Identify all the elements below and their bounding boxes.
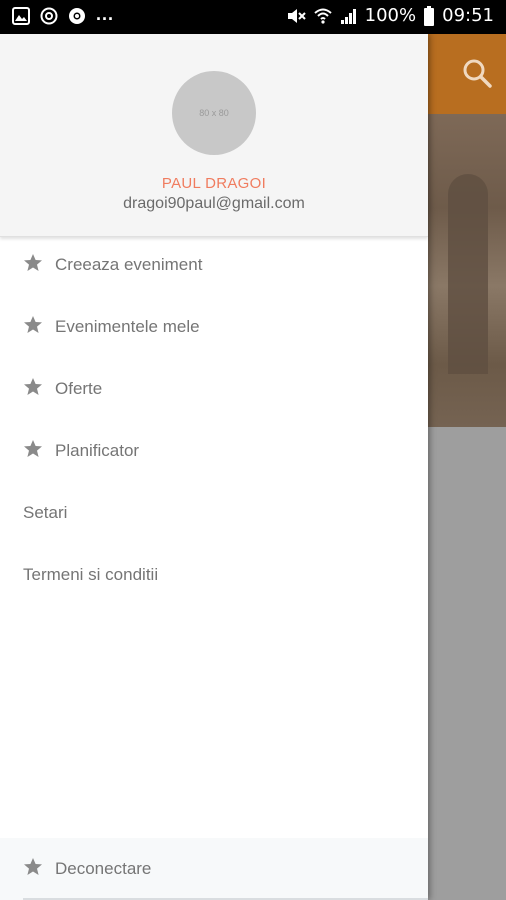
menu-item-label: Oferte <box>55 379 103 398</box>
status-bar: ... 100% 09:51 <box>0 0 506 34</box>
more-notifications: ... <box>96 3 115 24</box>
avatar-placeholder-text: 80 x 80 <box>199 108 229 118</box>
star-icon <box>24 316 42 333</box>
battery-level: 100% <box>364 5 417 26</box>
scrim[interactable] <box>428 427 506 900</box>
star-icon <box>24 378 42 395</box>
menu-item-logout[interactable]: Deconectare <box>0 846 428 892</box>
at-sign-icon <box>40 7 58 25</box>
menu-item-label: Setari <box>23 503 68 522</box>
search-icon[interactable] <box>460 56 494 90</box>
wifi-icon <box>313 8 332 24</box>
menu-item-offers[interactable]: Oferte <box>0 366 428 412</box>
star-icon <box>24 858 42 875</box>
mute-icon <box>287 8 306 23</box>
star-icon <box>24 254 42 271</box>
menu-item-my-events[interactable]: Evenimentele mele <box>0 304 428 350</box>
user-name: PAUL DRAGOI <box>161 175 267 192</box>
chrome-icon <box>69 8 85 24</box>
app-toolbar <box>428 34 506 114</box>
avatar[interactable]: 80 x 80 <box>172 71 256 155</box>
clock: 09:51 <box>442 5 494 26</box>
menu-item-planner[interactable]: Planificator <box>0 428 428 474</box>
battery-icon <box>424 5 435 26</box>
menu-item-label: Termeni si conditii <box>23 565 159 584</box>
drawer-footer: Deconectare <box>0 838 428 900</box>
drawer-header: 80 x 80 PAUL DRAGOI dragoi90paul@gmail.c… <box>0 34 428 237</box>
menu-item-label: Evenimentele mele <box>55 317 200 336</box>
navigation-drawer: 80 x 80 PAUL DRAGOI dragoi90paul@gmail.c… <box>0 34 428 900</box>
menu-item-label: Planificator <box>55 441 140 460</box>
menu-item-terms[interactable]: Termeni si conditii <box>0 552 428 598</box>
user-email: dragoi90paul@gmail.com <box>123 195 305 212</box>
menu-item-settings[interactable]: Setari <box>0 490 428 536</box>
background-image <box>428 114 506 427</box>
gallery-icon <box>12 7 30 25</box>
logout-label: Deconectare <box>55 859 152 878</box>
menu-item-create-event[interactable]: Creeaza eveniment <box>0 242 428 288</box>
menu-item-label: Creeaza eveniment <box>55 255 203 274</box>
signal-icon <box>340 8 356 24</box>
star-icon <box>24 440 42 457</box>
